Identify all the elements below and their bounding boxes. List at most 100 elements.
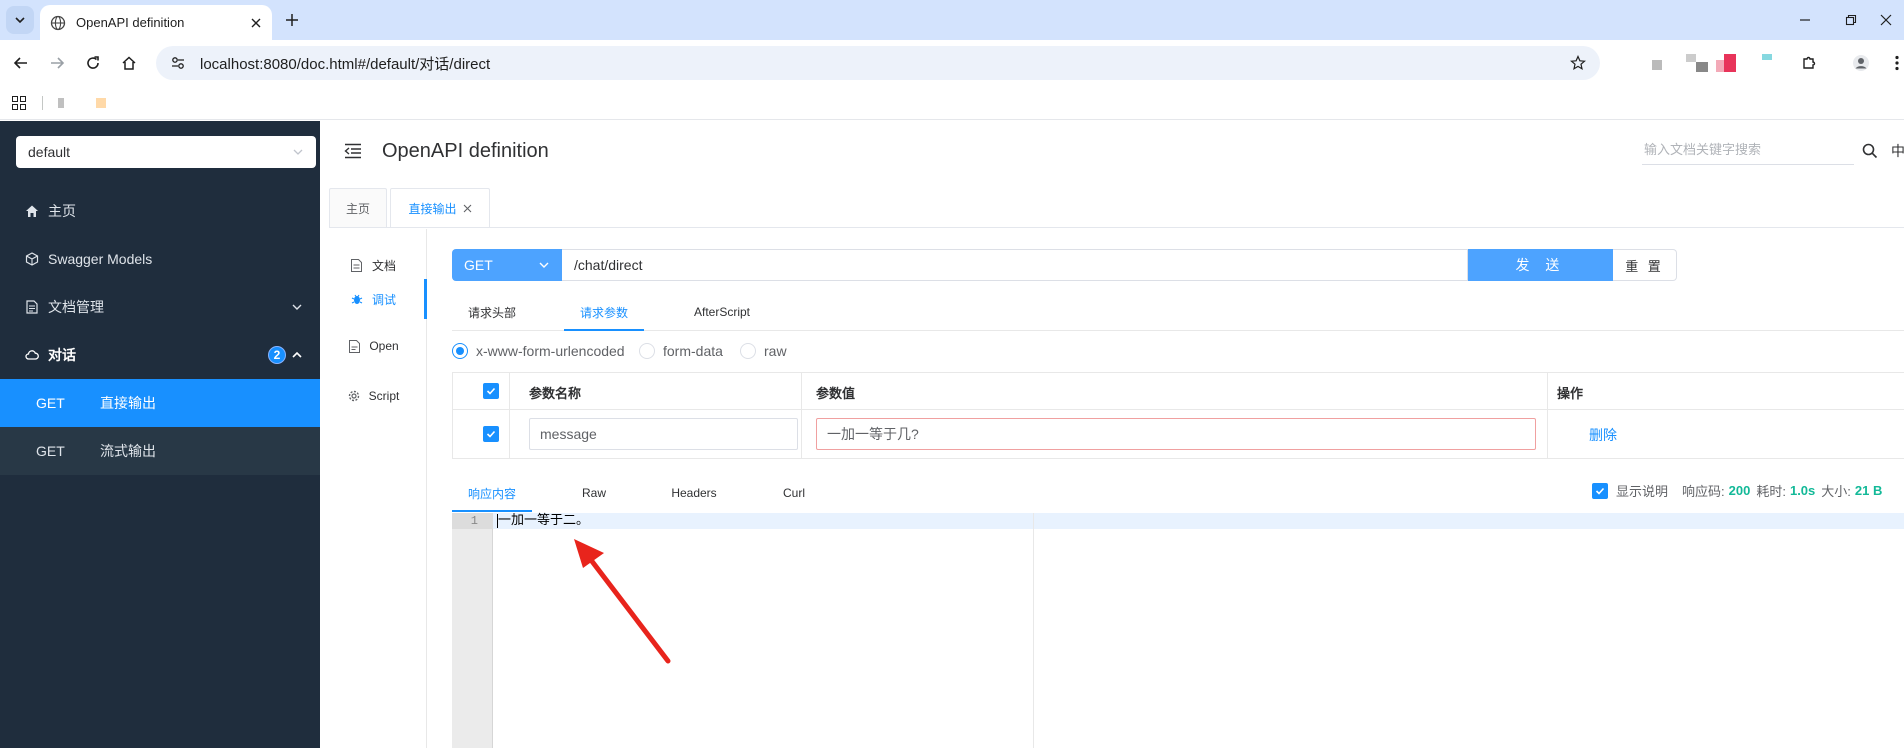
group-select[interactable]: default <box>16 136 316 168</box>
close-icon[interactable] <box>463 204 472 213</box>
forward-button[interactable] <box>44 50 70 76</box>
time-label: 耗时: <box>1756 484 1786 499</box>
show-desc-checkbox[interactable] <box>1592 482 1608 499</box>
radio-urlencoded[interactable]: x-www-form-urlencoded <box>452 343 625 359</box>
chevron-down-icon <box>293 149 303 155</box>
row-checkbox[interactable] <box>483 426 499 442</box>
main-content: OpenAPI definition 中 主页 直接输出 文档 调试 Open … <box>320 121 1904 748</box>
tab-home[interactable]: 主页 <box>329 188 387 228</box>
extensions-button[interactable] <box>1796 50 1822 76</box>
search-icon[interactable] <box>1862 143 1878 159</box>
param-value-input[interactable] <box>816 418 1536 450</box>
menu-fold-icon[interactable] <box>344 143 362 159</box>
sidebar-item-label: Swagger Models <box>48 251 153 267</box>
tab-response-content[interactable]: 响应内容 <box>452 474 532 512</box>
home-button[interactable] <box>116 50 142 76</box>
tab-response-curl[interactable]: Curl <box>764 474 824 512</box>
page-title: OpenAPI definition <box>382 139 549 162</box>
language-switch[interactable]: 中 <box>1891 141 1904 161</box>
restore-icon <box>1845 14 1857 26</box>
profile-button[interactable] <box>1848 50 1874 76</box>
radio-dot <box>740 343 756 359</box>
document-icon <box>347 339 361 353</box>
radio-raw[interactable]: raw <box>740 343 787 359</box>
new-tab-button[interactable] <box>282 10 302 30</box>
sidebar-item-label: 主页 <box>48 203 76 219</box>
tab-list-button[interactable] <box>6 6 34 34</box>
sidebar-item-doc-manage[interactable]: 文档管理 <box>0 283 320 331</box>
back-button[interactable] <box>8 50 34 76</box>
doc-nav-script[interactable]: Script <box>320 376 426 416</box>
send-button[interactable]: 发 送 <box>1468 249 1613 281</box>
doc-nav-open[interactable]: Open <box>320 326 426 366</box>
bookmark-favicon[interactable] <box>96 98 106 108</box>
doc-nav-active-indicator <box>424 279 427 319</box>
site-info-icon[interactable] <box>170 55 186 71</box>
minimize-icon <box>1800 19 1810 21</box>
reload-button[interactable] <box>80 50 106 76</box>
avatar-icon <box>1853 55 1869 71</box>
tab-response-raw[interactable]: Raw <box>564 474 624 512</box>
response-size: 21 B <box>1854 483 1883 498</box>
more-vertical-icon <box>1895 55 1899 71</box>
tab-request-headers[interactable]: 请求头部 <box>452 293 532 331</box>
method-select[interactable]: GET <box>452 249 562 281</box>
tab-after-script[interactable]: AfterScript <box>672 293 772 331</box>
bookmark-favicon[interactable] <box>58 98 64 108</box>
url-text[interactable]: localhost:8080/doc.html#/default/对话/dire… <box>200 53 1570 74</box>
tab-label: 直接输出 <box>408 201 457 216</box>
sidebar-subitem-direct[interactable]: GET 直接输出 <box>0 379 320 427</box>
tab-response-headers[interactable]: Headers <box>656 474 732 512</box>
browser-menu-button[interactable] <box>1890 50 1904 76</box>
tabs-divider <box>329 227 1904 228</box>
radio-form-data[interactable]: form-data <box>639 343 723 359</box>
puzzle-icon <box>1803 56 1816 69</box>
url-host: localhost <box>200 55 260 73</box>
chevron-up-icon <box>292 351 302 358</box>
search-input[interactable] <box>1642 135 1854 165</box>
select-all-checkbox[interactable] <box>483 383 499 399</box>
extension-icon[interactable] <box>1762 54 1772 60</box>
cloud-icon <box>24 347 40 363</box>
address-bar[interactable]: localhost:8080/doc.html#/default/对话/dire… <box>156 46 1600 80</box>
arrow-left-icon <box>13 57 27 69</box>
star-icon[interactable] <box>1570 55 1586 71</box>
sidebar-subitem-stream[interactable]: GET 流式输出 <box>0 427 320 475</box>
reset-button[interactable]: 重 置 <box>1613 249 1677 281</box>
delete-param-link[interactable]: 删除 <box>1589 425 1617 445</box>
close-window-button[interactable] <box>1876 10 1896 30</box>
sidebar-item-dialog[interactable]: 对话 2 <box>0 331 320 379</box>
param-name-input[interactable] <box>529 418 798 450</box>
params-table: 参数名称 参数值 操作 删除 <box>452 372 1904 459</box>
check-icon <box>486 430 496 438</box>
chevron-down-icon <box>15 17 25 24</box>
restore-button[interactable] <box>1841 10 1861 30</box>
apps-button[interactable] <box>12 96 26 110</box>
globe-icon <box>50 15 66 30</box>
request-row: GET 发 送 重 置 <box>452 249 1677 281</box>
extension-icon[interactable] <box>1652 60 1662 70</box>
response-editor[interactable]: 1 一加一等于二。 <box>452 513 1904 748</box>
sidebar-item-home[interactable]: 主页 <box>0 187 320 235</box>
extension-icon[interactable] <box>1716 54 1738 72</box>
request-path-input[interactable] <box>562 249 1468 281</box>
sidebar-item-label: 文档管理 <box>48 299 104 315</box>
response-body-text: 一加一等于二。 <box>498 513 590 528</box>
row-divider <box>453 409 1904 410</box>
method-label: GET <box>36 443 65 459</box>
tab-direct[interactable]: 直接输出 <box>390 188 490 228</box>
extension-icon[interactable] <box>1686 54 1708 72</box>
doc-nav-label: Script <box>368 389 400 403</box>
bug-icon <box>350 292 364 306</box>
tab-request-params[interactable]: 请求参数 <box>564 293 644 331</box>
checkbox <box>483 383 499 399</box>
response-meta: 显示说明 响应码: 200 耗时: 1.0s 大小: 21 B <box>1592 481 1888 500</box>
doc-nav-debug[interactable]: 调试 <box>320 279 426 319</box>
browser-tab[interactable]: OpenAPI definition <box>40 5 272 40</box>
count-badge: 2 <box>268 346 286 364</box>
sidebar-subitem-label: 直接输出 <box>100 395 156 411</box>
close-icon[interactable] <box>250 17 262 29</box>
minimize-button[interactable] <box>1795 10 1815 30</box>
sidebar-item-swagger-models[interactable]: Swagger Models <box>0 235 320 283</box>
check-icon <box>1595 487 1605 495</box>
